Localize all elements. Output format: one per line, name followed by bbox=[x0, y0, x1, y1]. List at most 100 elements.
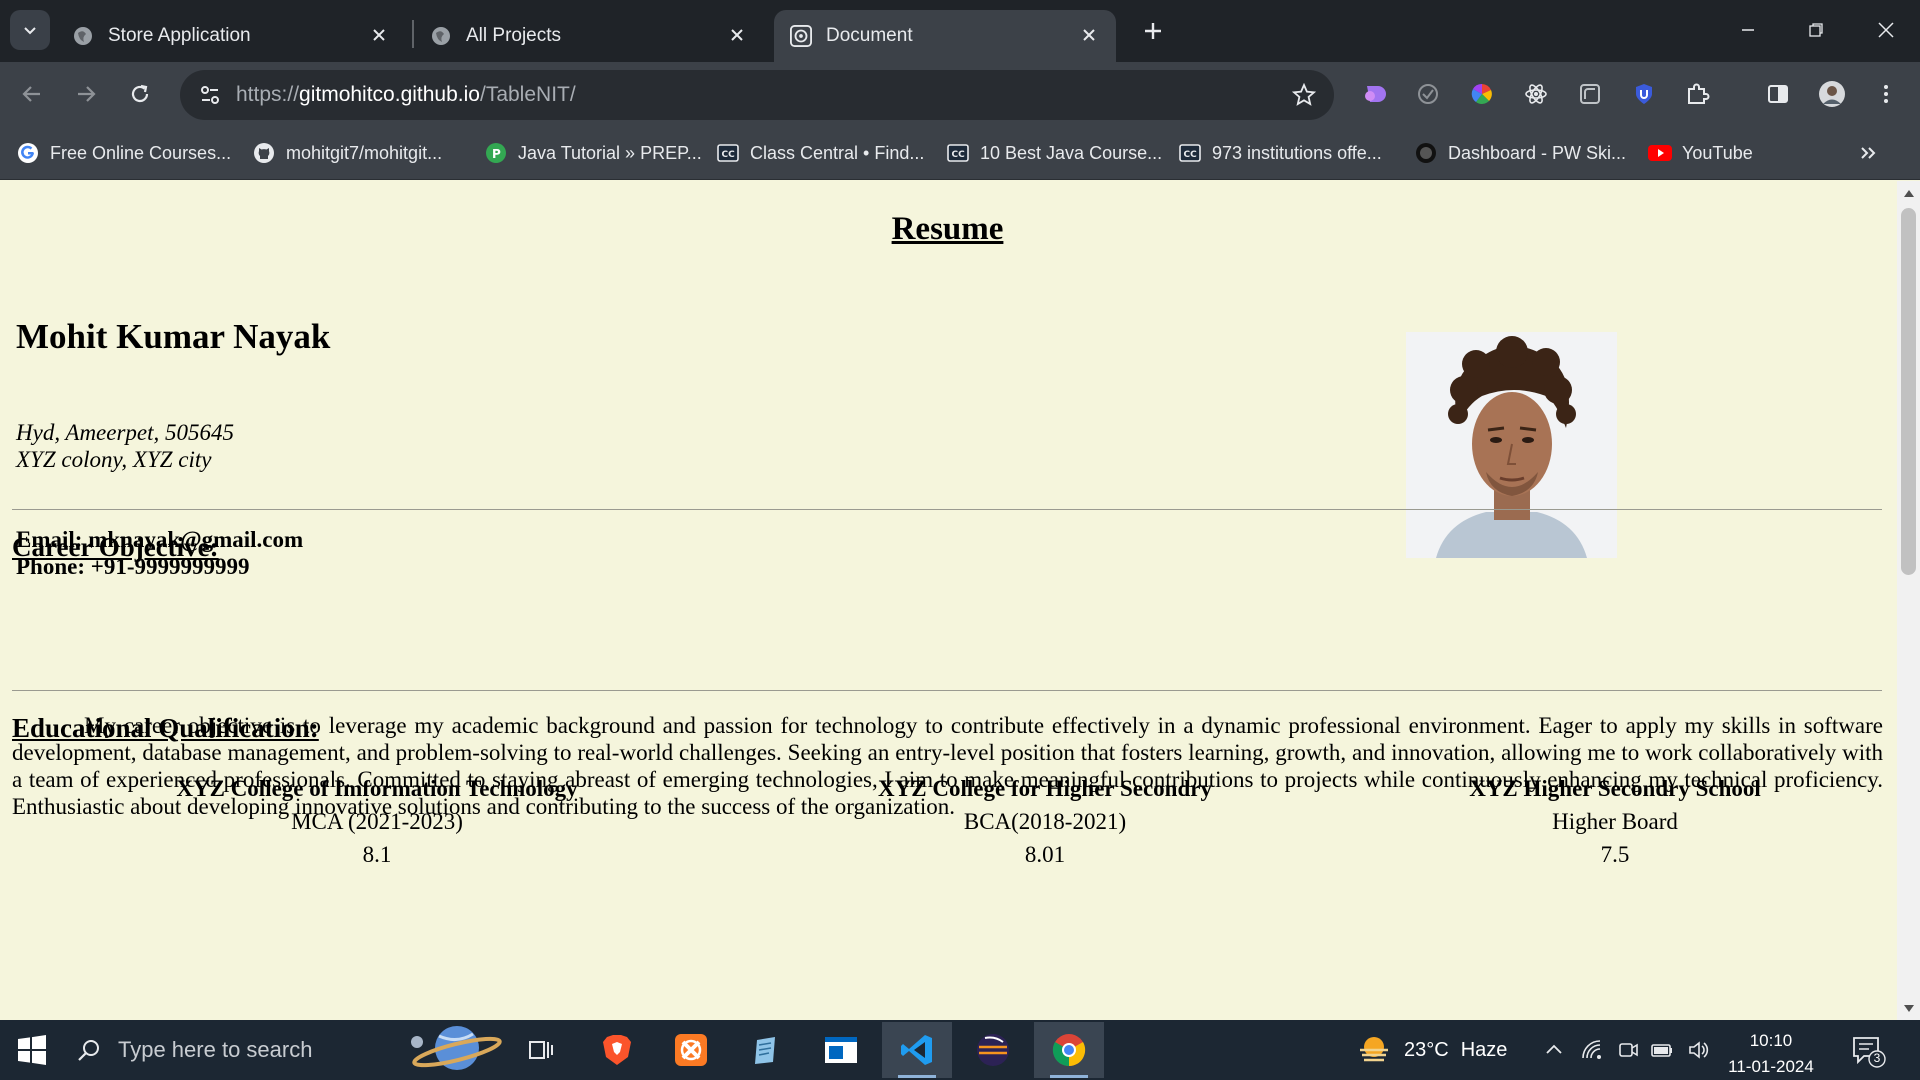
bookmark-item[interactable]: CC 10 Best Java Course... bbox=[946, 138, 1162, 168]
forward-button[interactable] bbox=[64, 72, 108, 116]
taskbar-eclipse[interactable] bbox=[958, 1022, 1028, 1078]
arrow-left-icon bbox=[22, 86, 40, 102]
new-tab-button[interactable] bbox=[1136, 14, 1170, 48]
back-button[interactable] bbox=[10, 72, 54, 116]
career-objective-heading: Career Objective: bbox=[12, 532, 219, 562]
reload-button[interactable] bbox=[118, 72, 162, 116]
chevron-up-icon[interactable] bbox=[1540, 1036, 1568, 1064]
taskbar-chrome[interactable] bbox=[1034, 1022, 1104, 1078]
checkmark-circle-icon[interactable] bbox=[1412, 78, 1444, 110]
wifi-icon[interactable] bbox=[1578, 1036, 1606, 1064]
page-viewport: Resume Mohit Kumar Nayak Hyd, Ameerpet, … bbox=[0, 181, 1897, 1020]
scroll-up-arrow-icon[interactable] bbox=[1902, 187, 1915, 199]
institution-name: XYZ Higher Secondry School bbox=[1469, 776, 1761, 801]
close-tab-icon[interactable] bbox=[1076, 22, 1102, 48]
taskbar-search-box[interactable]: Type here to search bbox=[76, 1020, 396, 1080]
minimize-button[interactable] bbox=[1724, 10, 1772, 50]
url-scheme: https:// bbox=[236, 83, 300, 106]
address-bar[interactable]: https://gitmohitco.github.io/TableNIT/ bbox=[180, 70, 1334, 120]
taskbar-brave[interactable] bbox=[582, 1022, 652, 1078]
close-icon bbox=[1878, 22, 1894, 38]
close-tab-icon[interactable] bbox=[366, 22, 392, 48]
candidate-name: Mohit Kumar Nayak bbox=[16, 317, 331, 356]
taskbar-planet-widget[interactable] bbox=[398, 1022, 508, 1078]
tab-all-projects[interactable]: All Projects bbox=[414, 10, 764, 62]
minimize-icon bbox=[1742, 29, 1754, 31]
score-text: 8.01 bbox=[1024, 842, 1066, 867]
bookmark-item[interactable]: P Java Tutorial » PREP... bbox=[484, 138, 702, 168]
reload-icon bbox=[131, 84, 149, 103]
taskbar-store[interactable] bbox=[806, 1022, 876, 1078]
windows-start-icon[interactable] bbox=[14, 1032, 50, 1068]
taskbar-xampp[interactable] bbox=[656, 1022, 726, 1078]
degree-text: BCA(2018-2021) bbox=[963, 809, 1127, 834]
bookmark-star-icon[interactable] bbox=[1288, 79, 1320, 111]
profile-avatar-icon[interactable] bbox=[1816, 78, 1848, 110]
tab-document[interactable]: Document bbox=[774, 10, 1116, 62]
eclipse-icon bbox=[977, 1034, 1009, 1066]
taskbar-vscode[interactable] bbox=[882, 1022, 952, 1078]
side-panel-icon[interactable] bbox=[1762, 78, 1794, 110]
education-entry: XYZ Higher Secondry School Higher Board … bbox=[1315, 772, 1897, 871]
prepinsta-icon: P bbox=[484, 141, 508, 165]
profile-photo bbox=[1406, 332, 1617, 558]
url-text[interactable]: https://gitmohitco.github.io/TableNIT/ bbox=[236, 83, 576, 107]
class-central-icon: CC bbox=[946, 141, 970, 165]
notification-count: 3 bbox=[1873, 1051, 1881, 1065]
weather-widget[interactable]: 23°C Haze bbox=[1356, 1020, 1507, 1080]
meet-now-icon[interactable] bbox=[1614, 1036, 1642, 1064]
shield-icon[interactable] bbox=[1628, 78, 1660, 110]
system-clock[interactable]: 10:10 11-01-2024 bbox=[1716, 1028, 1826, 1080]
menu-kebab-icon[interactable] bbox=[1870, 78, 1902, 110]
education-entry: XYZ College for Higher Secondry BCA(2018… bbox=[745, 772, 1345, 871]
institution-name: XYZ College of Imformation Technology bbox=[176, 776, 578, 801]
notepad-icon bbox=[755, 1037, 775, 1064]
bookmark-item[interactable]: Free Online Courses... bbox=[16, 138, 231, 168]
bookmark-item[interactable]: Dashboard - PW Ski... bbox=[1414, 138, 1626, 168]
search-icon bbox=[78, 1040, 99, 1061]
volume-icon[interactable] bbox=[1684, 1036, 1712, 1064]
tab-title: Document bbox=[826, 25, 913, 46]
vscode-icon bbox=[901, 1035, 932, 1065]
bookmark-item[interactable]: CC 973 institutions offe... bbox=[1178, 138, 1382, 168]
extension-purple-icon[interactable] bbox=[1358, 78, 1390, 110]
globe-icon bbox=[430, 25, 452, 47]
scrollbar-thumb[interactable] bbox=[1901, 208, 1916, 575]
url-host: gitmohitco.github.io bbox=[299, 83, 480, 106]
bookmark-label: YouTube bbox=[1682, 142, 1753, 163]
notification-center-button[interactable]: 3 bbox=[1850, 1032, 1886, 1068]
extensions-puzzle-icon[interactable] bbox=[1682, 78, 1714, 110]
vertical-scrollbar[interactable] bbox=[1897, 181, 1920, 1020]
restore-button[interactable] bbox=[1792, 10, 1840, 50]
site-info-icon[interactable] bbox=[194, 79, 226, 111]
tab-store-application[interactable]: Store Application bbox=[56, 10, 406, 62]
tab-title: All Projects bbox=[466, 25, 562, 46]
taskbar-notepad[interactable] bbox=[730, 1022, 800, 1078]
weather-condition: Haze bbox=[1460, 1038, 1508, 1061]
bookmark-label: 973 institutions offe... bbox=[1212, 142, 1382, 163]
more-bookmarks-button[interactable] bbox=[1858, 138, 1878, 168]
extension-gray-icon[interactable] bbox=[1574, 78, 1606, 110]
url-path: /TableNIT/ bbox=[479, 83, 576, 106]
divider bbox=[12, 690, 1882, 691]
class-central-icon: CC bbox=[1178, 141, 1202, 165]
bookmark-item[interactable]: YouTube bbox=[1648, 138, 1753, 168]
institution-name: XYZ College for Higher Secondry bbox=[878, 776, 1212, 801]
active-indicator bbox=[898, 1075, 936, 1078]
chrome-icon bbox=[1052, 1034, 1086, 1067]
task-view-button[interactable] bbox=[506, 1022, 576, 1078]
bookmark-item[interactable]: mohitgit7/mohitgit... bbox=[252, 138, 442, 168]
tab-search-button[interactable] bbox=[10, 10, 50, 50]
tab-strip: Store Application All Projects Document bbox=[0, 0, 1920, 62]
svg-text:CC: CC bbox=[722, 150, 736, 160]
youtube-icon bbox=[1648, 141, 1672, 165]
color-picker-icon[interactable] bbox=[1466, 78, 1498, 110]
bookmark-item[interactable]: CC Class Central • Find... bbox=[716, 138, 924, 168]
weather-haze-icon bbox=[1360, 1037, 1388, 1062]
google-icon bbox=[16, 141, 40, 165]
react-devtools-icon[interactable] bbox=[1520, 78, 1552, 110]
close-tab-icon[interactable] bbox=[724, 22, 750, 48]
battery-icon[interactable] bbox=[1648, 1036, 1676, 1064]
scroll-down-arrow-icon[interactable] bbox=[1902, 1003, 1915, 1015]
close-window-button[interactable] bbox=[1862, 10, 1910, 50]
